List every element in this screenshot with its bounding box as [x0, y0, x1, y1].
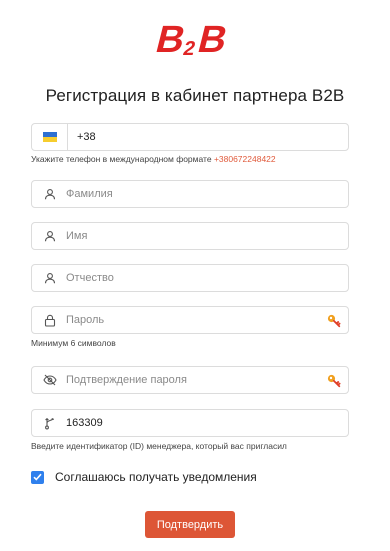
first-name-input[interactable]: Имя — [66, 230, 87, 242]
middle-name-field[interactable]: Отчество — [31, 264, 349, 292]
password-input[interactable]: Пароль — [66, 314, 104, 326]
notifications-row[interactable]: Соглашаюсь получать уведомления — [31, 470, 257, 484]
user-icon — [42, 228, 58, 244]
notifications-label: Соглашаюсь получать уведомления — [55, 470, 257, 484]
user-icon — [42, 186, 58, 202]
first-name-field[interactable]: Имя — [31, 222, 349, 250]
password-field[interactable]: Пароль — [31, 306, 349, 334]
last-name-input[interactable]: Фамилия — [66, 188, 113, 200]
phone-field[interactable]: +38 — [31, 123, 349, 151]
country-selector[interactable] — [32, 124, 68, 150]
lock-icon — [42, 312, 58, 328]
b2b-logo: B 2 B — [0, 14, 390, 62]
phone-hint: Укажите телефон в международном формате … — [31, 154, 276, 164]
key-icon[interactable] — [326, 373, 342, 389]
manager-id-input[interactable]: 163309 — [66, 417, 103, 429]
svg-text:B: B — [194, 19, 232, 60]
password-confirm-input[interactable]: Подтверждение пароля — [66, 374, 187, 386]
manager-id-hint: Введите идентификатор (ID) менеджера, ко… — [31, 441, 287, 451]
last-name-field[interactable]: Фамилия — [31, 180, 349, 208]
phone-hint-example: +380672248422 — [213, 154, 276, 164]
user-icon — [42, 270, 58, 286]
password-hint: Минимум 6 символов — [31, 338, 116, 348]
page-title: Регистрация в кабинет партнера B2B — [45, 86, 345, 105]
branch-icon — [42, 415, 58, 431]
password-confirm-field[interactable]: Подтверждение пароля — [31, 366, 349, 394]
phone-hint-text: Укажите телефон в международном формате — [31, 154, 212, 164]
key-icon[interactable] — [326, 313, 342, 329]
ukraine-flag-icon — [42, 132, 57, 142]
checkmark-icon — [33, 473, 42, 481]
eye-off-icon — [42, 372, 58, 388]
phone-input[interactable]: +38 — [77, 131, 96, 143]
middle-name-input[interactable]: Отчество — [66, 272, 114, 284]
b2b-logo-icon: B 2 B — [152, 19, 232, 60]
submit-button[interactable]: Подтвердить — [145, 511, 235, 538]
notifications-checkbox[interactable] — [31, 470, 44, 484]
manager-id-field[interactable]: 163309 — [31, 409, 349, 437]
